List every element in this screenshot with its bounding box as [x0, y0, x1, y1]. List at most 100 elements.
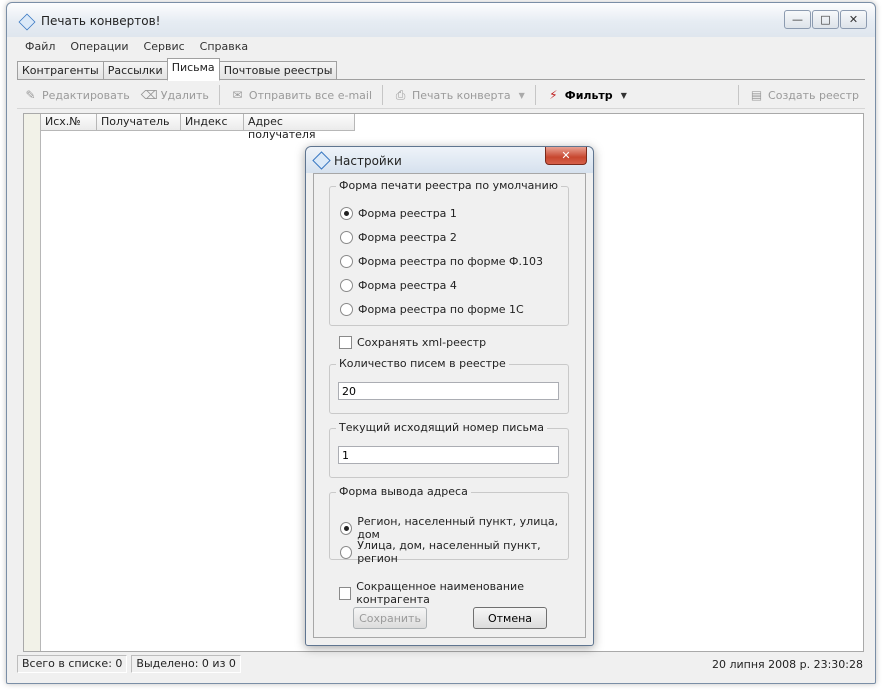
- maximize-button[interactable]: □: [812, 10, 839, 29]
- current-number-input[interactable]: [338, 446, 559, 464]
- tab-letters[interactable]: Письма: [166, 58, 220, 81]
- current-number-legend: Текущий исходящий номер письма: [336, 421, 547, 434]
- close-button[interactable]: ✕: [840, 10, 867, 29]
- send-all-email-button[interactable]: ✉ Отправить все e-mail: [224, 84, 378, 106]
- create-registry-label: Создать реестр: [768, 88, 859, 102]
- dialog-title: Настройки: [334, 154, 402, 168]
- radio-button[interactable]: [340, 255, 353, 268]
- menu-help[interactable]: Справка: [192, 39, 255, 56]
- print-form-group: Форма печати реестра по умолчанию Форма …: [329, 179, 569, 326]
- minimize-icon: —: [792, 13, 803, 26]
- short-name-label: Сокращенное наименование контрагента: [356, 580, 524, 606]
- close-icon: ✕: [561, 149, 571, 162]
- letters-count-legend: Количество писем в реестре: [336, 357, 509, 370]
- print-form-option-1[interactable]: Форма реестра 1: [340, 207, 457, 220]
- status-bar: Всего в списке: 0 Выделено: 0 из 0 20 ли…: [17, 654, 869, 674]
- settings-dialog: Настройки ✕ Форма печати реестра по умол…: [305, 146, 594, 646]
- chevron-down-icon[interactable]: ▼: [621, 91, 627, 100]
- toolbar-separator: [534, 85, 536, 105]
- option-label: Форма реестра по форме Ф.103: [358, 255, 543, 268]
- tab-contractors[interactable]: Контрагенты: [17, 61, 104, 79]
- address-form-group: Форма вывода адреса Регион, населенный п…: [329, 485, 569, 565]
- print-form-legend: Форма печати реестра по умолчанию: [336, 179, 561, 192]
- close-icon: ✕: [848, 13, 859, 26]
- send-all-label: Отправить все e-mail: [248, 88, 373, 102]
- print-envelope-button[interactable]: ⎙ Печать конверта ▼: [387, 84, 531, 106]
- print-label: Печать конверта: [412, 88, 511, 102]
- address-form-option-2[interactable]: Улица, дом, населенный пункт, регион: [340, 539, 568, 565]
- delete-label: Удалить: [160, 88, 209, 102]
- menu-operations[interactable]: Операции: [62, 39, 135, 56]
- print-form-option-4[interactable]: Форма реестра 4: [340, 279, 457, 292]
- delete-button[interactable]: ⌫ Удалить: [136, 84, 215, 106]
- address-form-legend: Форма вывода адреса: [336, 485, 471, 498]
- short-name-checkbox-row[interactable]: Сокращенное наименование контрагента: [339, 580, 585, 606]
- print-form-option-5[interactable]: Форма реестра по форме 1С: [340, 303, 524, 316]
- chevron-down-icon[interactable]: ▼: [519, 91, 525, 100]
- dialog-close-button[interactable]: ✕: [545, 147, 587, 165]
- print-form-option-2[interactable]: Форма реестра 2: [340, 231, 457, 244]
- edit-button[interactable]: ✎ Редактировать: [17, 84, 136, 106]
- option-label: Форма реестра 4: [358, 279, 457, 292]
- cancel-button[interactable]: Отмена: [473, 607, 547, 629]
- dialog-body: Форма печати реестра по умолчанию Форма …: [313, 173, 586, 638]
- letters-count-group: Количество писем в реестре: [329, 357, 569, 414]
- filter-button[interactable]: ⚡ Фильтр ▼: [540, 84, 633, 106]
- filter-wand-icon: ⚡: [549, 88, 558, 102]
- maximize-icon: □: [820, 13, 831, 26]
- title-bar[interactable]: Печать конвертов! — □ ✕: [7, 3, 875, 37]
- radio-button[interactable]: [340, 303, 353, 316]
- print-form-option-3[interactable]: Форма реестра по форме Ф.103: [340, 255, 543, 268]
- dialog-title-bar[interactable]: Настройки ✕: [306, 147, 593, 173]
- status-total: Всего в списке: 0: [17, 655, 128, 673]
- option-label: Регион, населенный пункт, улица, дом: [357, 515, 559, 541]
- minimize-button[interactable]: —: [784, 10, 811, 29]
- column-header-address[interactable]: Адрес получателя: [244, 114, 355, 141]
- option-label: Форма реестра 1: [358, 207, 457, 220]
- tab-strip: Контрагенты Рассылки Письма Почтовые рее…: [17, 58, 865, 81]
- option-label: Форма реестра 2: [358, 231, 457, 244]
- radio-button[interactable]: [340, 231, 353, 244]
- status-datetime: 20 липня 2008 р. 23:30:28: [711, 657, 863, 671]
- row-indicator-column: [24, 114, 41, 651]
- current-number-group: Текущий исходящий номер письма: [329, 421, 569, 478]
- menu-service[interactable]: Сервис: [136, 39, 192, 56]
- eraser-icon: ⌫: [140, 88, 158, 102]
- column-header-number[interactable]: Исх.№: [41, 114, 97, 131]
- letters-count-input[interactable]: [338, 382, 559, 400]
- save-xml-checkbox[interactable]: [339, 336, 352, 349]
- tab-postal-registries[interactable]: Почтовые реестры: [218, 61, 338, 79]
- toolbar-separator: [218, 85, 220, 105]
- save-button[interactable]: Сохранить: [353, 607, 427, 629]
- save-xml-checkbox-row[interactable]: Сохранять xml-реестр: [339, 336, 486, 349]
- column-header-recipient[interactable]: Получатель: [97, 114, 181, 131]
- radio-button[interactable]: [340, 545, 353, 559]
- toolbar: ✎ Редактировать ⌫ Удалить ✉ Отправить вс…: [17, 82, 865, 109]
- toolbar-separator: [738, 85, 740, 105]
- column-header-index[interactable]: Индекс: [181, 114, 244, 131]
- create-registry-button[interactable]: ▤ Создать реестр: [743, 84, 865, 106]
- app-icon: [312, 151, 331, 170]
- registry-icon: ▤: [750, 88, 763, 102]
- short-name-checkbox[interactable]: [339, 586, 352, 600]
- radio-button[interactable]: [340, 207, 353, 220]
- menu-bar: Файл Операции Сервис Справка: [17, 39, 865, 56]
- printer-icon: ⎙: [395, 87, 406, 102]
- radio-button[interactable]: [340, 521, 353, 535]
- toolbar-separator: [382, 85, 384, 105]
- tab-mailings[interactable]: Рассылки: [102, 61, 168, 79]
- save-xml-label: Сохранять xml-реестр: [357, 336, 487, 349]
- edit-label: Редактировать: [42, 88, 130, 102]
- pencil-icon: ✎: [25, 88, 36, 102]
- window-title: Печать конвертов!: [41, 14, 161, 28]
- filter-label: Фильтр: [564, 88, 613, 102]
- option-label: Улица, дом, населенный пункт, регион: [357, 539, 541, 565]
- option-label: Форма реестра по форме 1С: [358, 303, 524, 316]
- radio-button[interactable]: [340, 279, 353, 292]
- menu-file[interactable]: Файл: [17, 39, 62, 56]
- mail-send-icon: ✉: [232, 88, 243, 102]
- app-icon: [18, 13, 36, 31]
- address-form-option-1[interactable]: Регион, населенный пункт, улица, дом: [340, 515, 568, 541]
- grid-header: Исх.№ Получатель Индекс Адрес получателя: [41, 114, 355, 141]
- status-selected: Выделено: 0 из 0: [131, 655, 241, 673]
